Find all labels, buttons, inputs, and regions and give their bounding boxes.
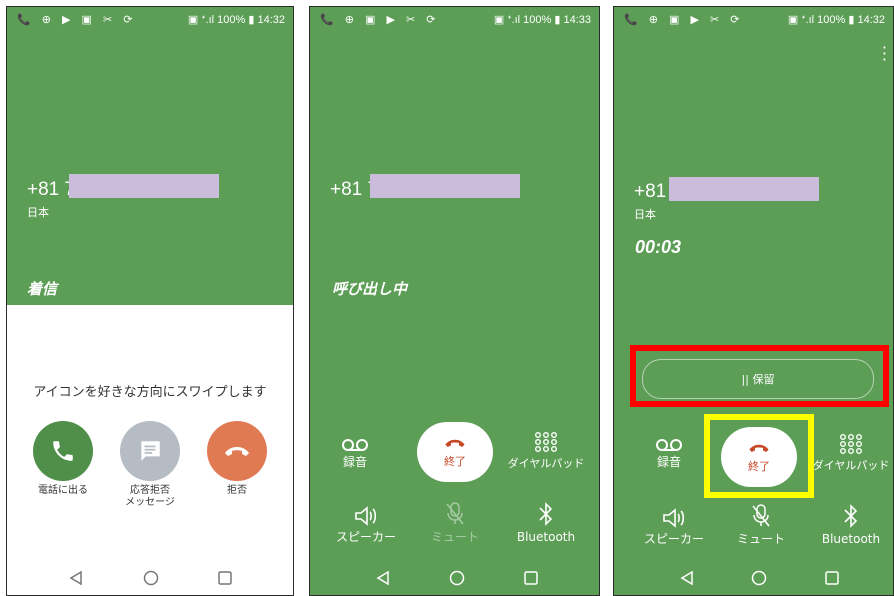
back-triangle-icon [376, 570, 389, 586]
end-call-highlight-box [704, 414, 814, 498]
hang-up-icon [445, 439, 465, 447]
recents-square-icon [524, 571, 538, 585]
status-bar: 📞 ⊕ ▣ ▶ ✂ ⟳ ▣ ᐩ.ıl 100% ▮ 14:32 [614, 7, 893, 33]
redacted-number [669, 177, 819, 201]
bluetooth-button[interactable]: Bluetooth [810, 503, 892, 546]
speaker-label: スピーカー [335, 530, 396, 544]
status-icons-right: ▣ ᐩ.ıl 100% ▮ 14:32 [787, 14, 885, 26]
caller-number: +81 7 [27, 179, 76, 200]
caller-country: 日本 [27, 206, 49, 219]
decline-button[interactable] [207, 421, 267, 481]
more-options-icon[interactable]: · · · [882, 40, 887, 68]
status-icons-left: 📞 ⊕ ▶ ▣ ✂ ⟳ [17, 14, 137, 26]
bluetooth-icon [539, 502, 553, 526]
call-state-label: 着信 [27, 280, 58, 298]
mic-off-icon [446, 502, 464, 525]
decline-label: 拒否 [227, 485, 247, 496]
answer-label: 電話に出る [38, 485, 88, 496]
back-triangle-icon [680, 570, 693, 586]
bluetooth-button[interactable]: Bluetooth [506, 501, 586, 544]
incoming-call-screen: 📞 ⊕ ▶ ▣ ✂ ⟳ ▣ ᐩ.ıl 100% ▮ 14:32 +81 7 日本… [6, 6, 294, 596]
redacted-number [69, 174, 219, 198]
voicemail-record-icon [342, 439, 368, 451]
back-triangle-icon [69, 570, 82, 586]
record-button[interactable]: 録音 [320, 437, 390, 469]
recents-square-icon [825, 571, 839, 585]
home-circle-icon [449, 570, 465, 586]
hang-up-icon [225, 447, 249, 456]
speaker-button[interactable]: スピーカー [632, 507, 716, 546]
recents-button[interactable] [214, 567, 236, 589]
dialpad-icon [535, 432, 558, 452]
phone-icon [53, 441, 73, 461]
mute-label: ミュート [430, 530, 479, 544]
end-call-button[interactable]: 終了 [417, 422, 493, 482]
hold-highlight-box [630, 345, 889, 407]
mute-label: ミュート [736, 532, 785, 546]
caller-number: +81 [634, 181, 667, 202]
call-state-label: 呼び出し中 [332, 280, 408, 298]
back-button[interactable] [65, 567, 87, 589]
speaker-icon [355, 506, 377, 526]
back-button[interactable] [676, 567, 698, 589]
home-button[interactable] [446, 567, 468, 589]
mute-button[interactable]: ミュート [728, 503, 794, 546]
bluetooth-icon [844, 504, 858, 528]
mute-button[interactable]: ミュート [422, 501, 488, 544]
navigation-bar [614, 559, 893, 595]
dialpad-icon [840, 434, 863, 454]
navigation-bar [310, 559, 599, 595]
mic-off-icon [752, 504, 770, 527]
status-icons-left: 📞 ⊕ ▣ ▶ ✂ ⟳ [624, 14, 744, 26]
swipe-hint-text: アイコンを好きな方向にスワイプします [33, 385, 267, 400]
call-timer: 00:03 [635, 237, 682, 257]
back-button[interactable] [372, 567, 394, 589]
answer-button[interactable] [33, 421, 93, 481]
home-button[interactable] [748, 567, 770, 589]
dialpad-label: ダイヤルパッド [507, 457, 585, 470]
outgoing-call-screen: 📞 ⊕ ▣ ▶ ✂ ⟳ ▣ ᐩ.ıl 100% ▮ 14:33 +81 7 呼び… [309, 6, 600, 596]
caller-country: 日本 [634, 208, 656, 221]
record-label: 録音 [342, 455, 367, 469]
active-call-screen: 📞 ⊕ ▣ ▶ ✂ ⟳ ▣ ᐩ.ıl 100% ▮ 14:32 · · · +81 … [613, 6, 894, 596]
status-bar: 📞 ⊕ ▣ ▶ ✂ ⟳ ▣ ᐩ.ıl 100% ▮ 14:33 [310, 7, 599, 33]
status-icons-right: ▣ ᐩ.ıl 100% ▮ 14:33 [493, 14, 591, 26]
dialpad-button[interactable]: ダイヤルパッド [810, 433, 892, 472]
end-call-label: 終了 [444, 455, 466, 468]
redacted-number [370, 174, 520, 198]
status-icons-left: 📞 ⊕ ▣ ▶ ✂ ⟳ [320, 14, 440, 26]
bluetooth-label: Bluetooth [821, 532, 881, 546]
status-bar: 📞 ⊕ ▶ ▣ ✂ ⟳ ▣ ᐩ.ıl 100% ▮ 14:32 [7, 7, 293, 33]
speaker-icon [663, 508, 685, 528]
recents-button[interactable] [821, 567, 843, 589]
record-label: 録音 [656, 455, 681, 469]
record-button[interactable]: 録音 [634, 437, 704, 469]
bluetooth-label: Bluetooth [516, 530, 576, 544]
recents-button[interactable] [520, 567, 542, 589]
voicemail-record-icon [656, 439, 682, 451]
home-button[interactable] [140, 567, 162, 589]
home-circle-icon [751, 570, 767, 586]
message-icon [141, 441, 160, 461]
reject-message-label: 応答拒否 メッセージ [125, 485, 175, 508]
dialpad-label: ダイヤルパッド [812, 459, 890, 472]
reject-with-message-button[interactable] [120, 421, 180, 481]
dialpad-button[interactable]: ダイヤルパッド [506, 431, 586, 470]
speaker-label: スピーカー [643, 532, 704, 546]
navigation-bar [7, 559, 293, 595]
status-icons-right: ▣ ᐩ.ıl 100% ▮ 14:32 [187, 14, 285, 26]
recents-square-icon [218, 571, 232, 585]
speaker-button[interactable]: スピーカー [324, 505, 408, 544]
home-circle-icon [143, 570, 159, 586]
